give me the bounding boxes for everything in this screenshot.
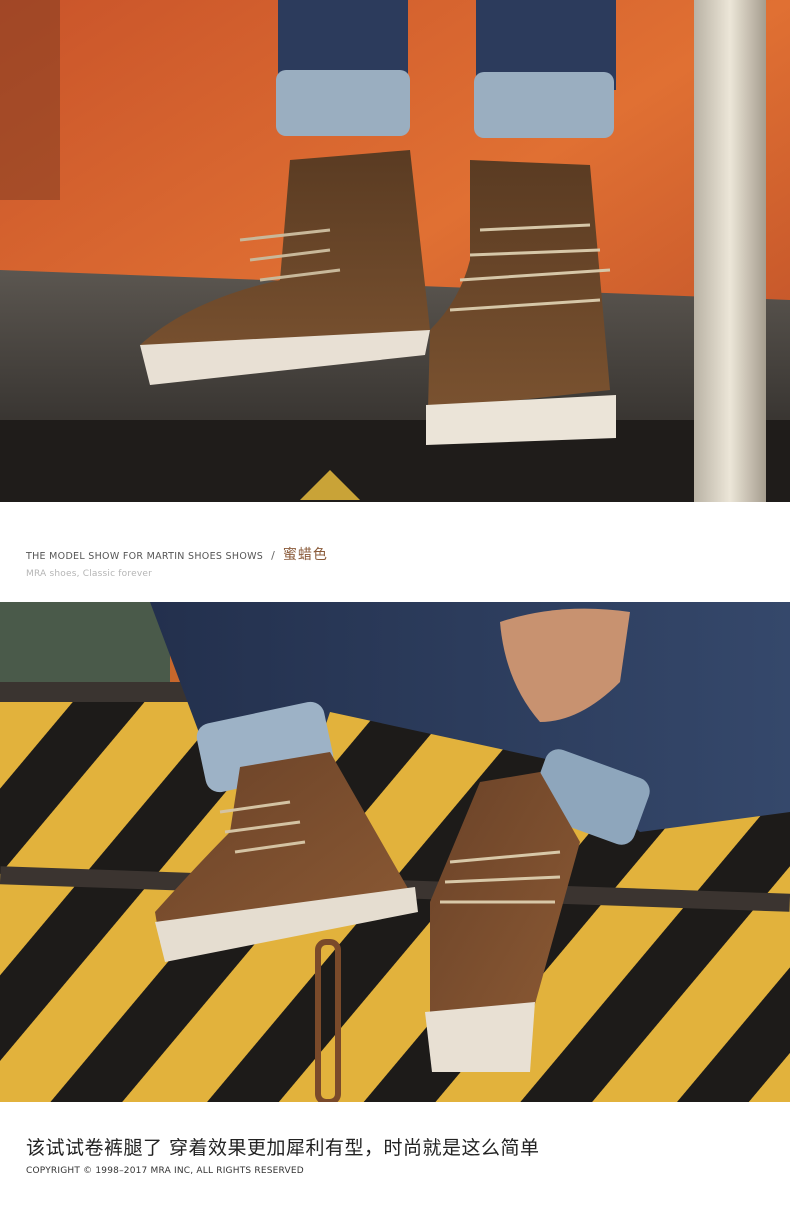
boots-on-hazard-stripes-image [0, 602, 790, 1102]
caption-subtitle: MRA shoes, Classic forever [26, 569, 152, 579]
caption-color-name: 蜜蜡色 [282, 547, 328, 563]
caption-separator: / [271, 549, 275, 562]
product-photo-2 [0, 602, 790, 1102]
product-photo-1 [0, 0, 790, 502]
caption-block: THE MODEL SHOW FOR MARTIN SHOES SHOWS / … [26, 544, 766, 579]
caption-title-line: THE MODEL SHOW FOR MARTIN SHOES SHOWS / … [26, 544, 766, 564]
boots-on-step-image [0, 0, 790, 502]
bottom-headline: 该试试卷裤腿了 穿着效果更加犀利有型，时尚就是这么简单 [26, 1137, 540, 1159]
copyright-notice: COPYRIGHT © 1998–2017 MRA INC, ALL RIGHT… [26, 1166, 304, 1176]
bottom-text-block: 该试试卷裤腿了 穿着效果更加犀利有型，时尚就是这么简单 COPYRIGHT © … [26, 1133, 766, 1176]
caption-title-en: THE MODEL SHOW FOR MARTIN SHOES SHOWS [26, 551, 264, 562]
